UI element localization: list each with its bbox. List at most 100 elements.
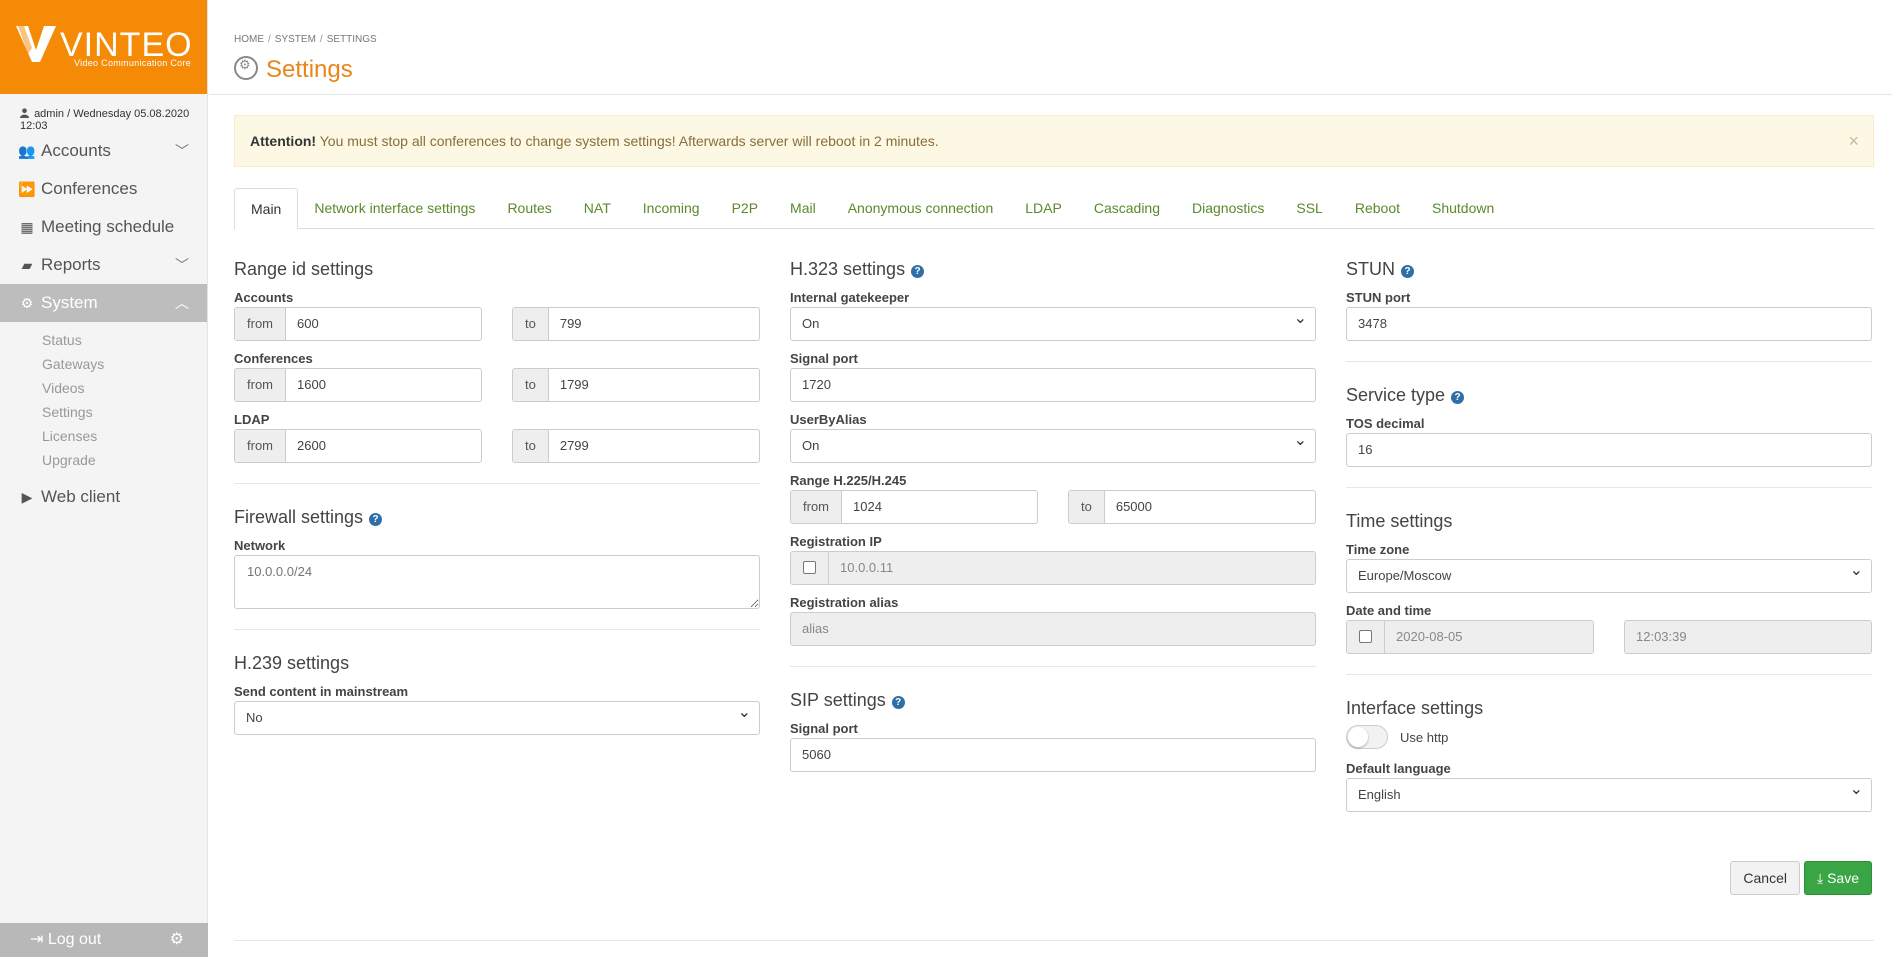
sidebar-item-meeting-schedule[interactable]: ▦ Meeting schedule [0,208,207,246]
stun-port-input[interactable]: 3478 [1346,307,1872,341]
internal-gatekeeper-select[interactable]: On [790,303,1316,341]
vinteo-logo-icon [16,26,56,62]
tab-network-interface-settings[interactable]: Network interface settings [298,188,491,229]
interface-settings-heading: Interface settings [1346,698,1484,718]
help-icon[interactable]: ? [369,513,383,526]
subnav-item-licenses[interactable]: Licenses [42,424,207,448]
send-content-select[interactable]: No [234,697,760,735]
input-value: 5060 [802,747,831,762]
accounts-to-input[interactable]: to 799 [512,307,760,341]
network-textarea[interactable] [234,555,760,609]
registration-alias-input[interactable]: alias [790,612,1316,646]
input-value: 799 [559,316,582,331]
registration-ip-checkbox[interactable] [803,561,816,574]
divider [790,666,1316,667]
tab-main[interactable]: Main [234,188,299,230]
subnav-item-gateways[interactable]: Gateways [42,352,207,376]
sidebar-item-web-client[interactable]: ▶ Web client [0,478,207,516]
sidebar-item-accounts[interactable]: 👥 Accounts ﹀ [0,132,207,170]
logout-bar: ⇥ Log out ⚙ [0,923,208,957]
attention-alert: Attention! You must stop all conferences… [234,115,1874,167]
tab-routes[interactable]: Routes [491,188,567,229]
sip-settings-heading: SIP settings? [790,689,1316,711]
sidebar-item-system[interactable]: ⚙ System ︿ [0,284,207,322]
tab-nat[interactable]: NAT [568,188,627,229]
tab-diagnostics[interactable]: Diagnostics [1176,188,1280,229]
default-language-select[interactable]: English [1346,774,1872,812]
use-http-label: Use http [1400,729,1449,745]
tab-p2p[interactable]: P2P [716,188,774,229]
gear-icon[interactable]: ⚙ [170,923,184,957]
conferences-to-input[interactable]: to 1799 [512,368,760,402]
main-content: HOME/SYSTEM/SETTINGS Settings Attention!… [209,0,1892,957]
range-id-settings-heading: Range id settings [234,259,374,279]
tab-ldap[interactable]: LDAP [1009,188,1078,229]
breadcrumb-home[interactable]: HOME [234,34,264,45]
h323-signal-port-label: Signal port [790,351,858,366]
help-icon[interactable]: ? [1451,391,1465,404]
tab-mail[interactable]: Mail [774,188,832,229]
input-value: 12:03:39 [1636,629,1687,644]
input-value: 1600 [297,377,326,392]
heading-text: H.323 settings [790,259,906,279]
tab-ssl[interactable]: SSL [1280,188,1338,229]
h323-signal-port-input[interactable]: 1720 [790,368,1316,402]
sidebar-item-label: Conferences [41,179,138,198]
subnav-item-videos[interactable]: Videos [42,376,207,400]
registration-ip-input[interactable]: 10.0.0.11 [790,551,1316,585]
time-zone-select[interactable]: Europe/Moscow [1346,555,1872,593]
accounts-from-input[interactable]: from 600 [234,307,482,341]
registration-ip-checkbox-addon [791,552,829,584]
divider [1346,361,1872,362]
help-icon[interactable]: ? [911,265,925,278]
range-h225-from-input[interactable]: from 1024 [790,490,1038,524]
time-input[interactable]: 12:03:39 [1624,620,1872,654]
form-actions: Cancel ⤓ Save [1726,861,1872,895]
logout-button[interactable]: ⇥ Log out [30,923,101,957]
date-input[interactable]: 2020-08-05 [1346,620,1594,654]
help-icon[interactable]: ? [891,696,905,709]
save-button[interactable]: ⤓ Save [1803,861,1872,895]
tab-shutdown[interactable]: Shutdown [1416,188,1510,229]
tab-reboot[interactable]: Reboot [1339,188,1416,229]
userbyalias-label: UserByAlias [790,412,867,427]
subnav-item-upgrade[interactable]: Upgrade [42,448,207,472]
range-h225-to-input[interactable]: to 65000 [1068,490,1316,524]
logo[interactable]: VINTEO Video Communication Core [0,0,207,94]
footer-divider [234,940,1874,941]
service-type-heading: Service type? [1346,384,1872,406]
breadcrumb-system[interactable]: SYSTEM [275,34,316,45]
firewall-settings-heading: Firewall settings? [234,506,760,528]
sidebar-item-reports[interactable]: ▰ Reports ﹀ [0,246,207,284]
download-icon: ⤓ [1816,870,1824,886]
sidebar-item-conferences[interactable]: ⏩ Conferences [0,170,207,208]
userbyalias-select[interactable]: On [790,425,1316,463]
close-icon[interactable]: × [1848,116,1859,166]
tab-incoming[interactable]: Incoming [627,188,716,229]
subnav-item-status[interactable]: Status [42,328,207,352]
user-info: admin / Wednesday 05.08.2020 12:03 [0,94,207,132]
tos-decimal-input[interactable]: 16 [1346,433,1872,467]
logout-label: Log out [47,931,102,948]
use-http-toggle[interactable] [1346,725,1388,749]
help-icon[interactable]: ? [1401,265,1414,278]
tab-cascading[interactable]: Cascading [1078,188,1176,229]
tab-anonymous-connection[interactable]: Anonymous connection [832,188,1010,229]
subnav-item-settings[interactable]: Settings [42,400,207,424]
time-settings-heading: Time settings [1346,511,1453,531]
conferences-from-input[interactable]: from 1600 [234,368,482,402]
send-content-label: Send content in mainstream [234,684,409,699]
sidebar: VINTEO Video Communication Core admin / … [0,0,208,957]
stun-heading: STUN? [1346,258,1872,280]
ldap-to-input[interactable]: to 2799 [512,429,760,463]
input-value: 65000 [1115,499,1152,514]
input-value: 10.0.0.11 [829,552,1315,584]
cancel-button[interactable]: Cancel [1730,861,1800,895]
date-checkbox[interactable] [1359,630,1372,643]
ldap-from-input[interactable]: from 2600 [234,429,482,463]
input-value: 2799 [559,438,589,453]
divider [1346,487,1872,488]
sip-signal-port-input[interactable]: 5060 [790,738,1316,772]
input-value: 3478 [1358,316,1387,331]
users-icon: 👥 [18,143,36,159]
